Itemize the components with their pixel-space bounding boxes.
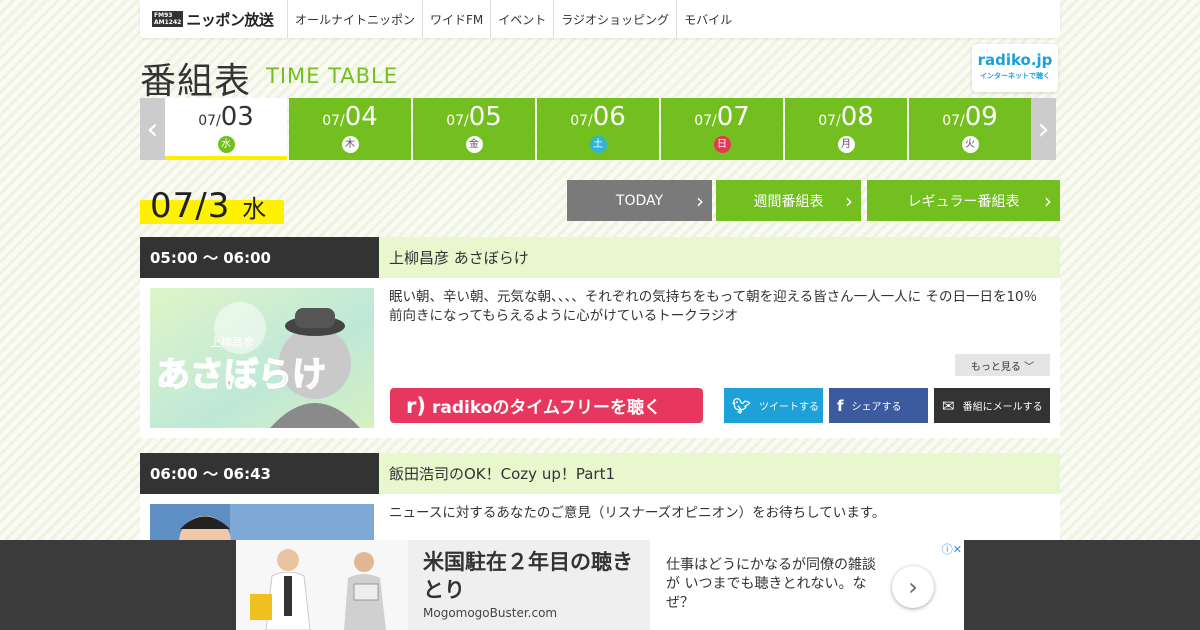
prev-week-button[interactable]: ‹ <box>140 98 165 160</box>
chevron-left-icon: ‹ <box>146 111 159 147</box>
next-week-button[interactable]: › <box>1031 98 1056 160</box>
advertisement[interactable]: 米国駐在２年目の聴きとり MogomogoBuster.com 仕事はどうにかな… <box>236 540 964 630</box>
ad-open-button[interactable]: › <box>892 566 934 608</box>
logo-name: ニッポン放送 <box>186 10 274 29</box>
weekday-badge: 金 <box>465 136 483 153</box>
weekday-badge: 土 <box>589 136 607 153</box>
page-title: 番組表 <box>140 61 252 102</box>
more-button[interactable]: もっと見る ﹀ <box>955 354 1050 376</box>
nav-item-allnightnippon[interactable]: オールナイトニッポン <box>288 0 424 38</box>
site-logo[interactable]: FM93 AM1242 ニッポン放送 <box>140 0 288 38</box>
program-title[interactable]: 上柳昌彦 あさぼらけ <box>379 237 1060 278</box>
nav-item-radio-shopping[interactable]: ラジオショッピング <box>554 0 678 38</box>
ad-close-icon[interactable]: ⓘ✕ <box>942 541 962 557</box>
facebook-share-button[interactable]: f シェアする <box>829 388 928 423</box>
program-block: 06:00 ～ 06:43 飯田浩司のOK！Cozy up！Part1 ニュース… <box>140 453 1060 554</box>
mail-icon: ✉ <box>942 396 955 415</box>
today-button[interactable]: TODAY › <box>567 180 712 221</box>
program-time: 05:00 ～ 06:00 <box>140 237 379 278</box>
date-tab-0703[interactable]: 07/03 水 <box>165 98 287 160</box>
weekly-schedule-button[interactable]: 週間番組表 › <box>716 180 861 221</box>
ad-text: 仕事はどうにかなるが同僚の雑談が いつまでも聴きとれない。なぜ？ <box>666 557 876 611</box>
date-tabs: ‹ 07/03 水 07/04 木 07/05 金 07/06 土 07/07 … <box>140 98 1060 160</box>
weekday-badge: 日 <box>713 136 731 153</box>
date-tab-0706[interactable]: 07/06 土 <box>537 98 659 160</box>
nav-item-widefm[interactable]: ワイドFM <box>423 0 492 38</box>
program-description: 眠い朝、辛い朝、元気な朝、、、、それぞれの気持ちをもって朝を迎える皆さん一人一人… <box>389 289 1038 324</box>
current-date: 07/3 水 <box>140 186 284 226</box>
weekday-badge: 火 <box>961 136 979 153</box>
tweet-button[interactable]: 🐦︎ ツイートする <box>724 388 823 423</box>
logo-frequency: FM93 AM1242 <box>152 11 184 27</box>
date-tab-0704[interactable]: 07/04 木 <box>289 98 411 160</box>
program-image-logo-text: あさぼらけ <box>156 355 326 395</box>
nav-item-mobile[interactable]: モバイル <box>677 0 739 38</box>
date-tab-0707[interactable]: 07/07 日 <box>661 98 783 160</box>
program-title[interactable]: 飯田浩司のOK！Cozy up！Part1 <box>379 453 1060 494</box>
chevron-down-icon: ﹀ <box>1024 361 1035 373</box>
day-header: 07/3 水 TODAY › 週間番組表 › レギュラー番組表 › <box>140 180 1060 226</box>
chevron-right-icon: › <box>908 573 918 601</box>
program-body: 上柳昌彦 あさぼらけ 眠い朝、辛い朝、元気な朝、、、、それぞれの気持ちをもって朝… <box>140 278 1060 438</box>
nav-item-event[interactable]: イベント <box>491 0 555 38</box>
chevron-right-icon: › <box>696 189 704 213</box>
radiko-banner[interactable]: radiko.jp インターネットで聴く <box>972 44 1058 92</box>
program-header: 05:00 ～ 06:00 上柳昌彦 あさぼらけ <box>140 237 1060 278</box>
program-image-small-text: 上柳昌彦 <box>210 335 254 349</box>
weekday-badge: 水 <box>217 136 235 153</box>
ad-headline-area[interactable]: 米国駐在２年目の聴きとり MogomogoBuster.com <box>408 540 650 630</box>
weekday-badge: 月 <box>837 136 855 153</box>
program-block: 05:00 ～ 06:00 上柳昌彦 あさぼらけ 上柳昌彦 あさぼらけ 眠い朝、… <box>140 237 1060 438</box>
chevron-right-icon: › <box>1037 111 1050 147</box>
date-tab-0709[interactable]: 07/09 火 <box>909 98 1031 160</box>
radiko-timefree-button[interactable]: r) radikoのタイムフリーを聴く <box>390 388 703 423</box>
page-subtitle: TIME TABLE <box>266 64 399 88</box>
regular-schedule-button[interactable]: レギュラー番組表 › <box>867 180 1060 221</box>
program-image[interactable]: 上柳昌彦 あさぼらけ <box>150 288 374 428</box>
ad-headline: 米国駐在２年目の聴きとり <box>423 550 633 602</box>
date-tab-0708[interactable]: 07/08 月 <box>785 98 907 160</box>
top-navigation: FM93 AM1242 ニッポン放送 オールナイトニッポン ワイドFM イベント … <box>140 0 1060 38</box>
radiko-icon: r) <box>406 393 426 418</box>
program-description: ニュースに対するあなたのご意見（リスナーズオピニオン）をお待ちしています。 <box>389 505 886 521</box>
radiko-sub-text: インターネットで聴く <box>980 72 1050 80</box>
weekday-badge: 木 <box>341 136 359 153</box>
twitter-icon: 🐦︎ <box>732 396 752 415</box>
date-tab-0705[interactable]: 07/05 金 <box>413 98 535 160</box>
program-time: 06:00 ～ 06:43 <box>140 453 379 494</box>
chevron-right-icon: › <box>1044 189 1052 213</box>
chevron-right-icon: › <box>845 189 853 213</box>
ad-image[interactable] <box>236 540 408 630</box>
mail-button[interactable]: ✉ 番組にメールする <box>934 388 1050 423</box>
radiko-logo: radiko.jp <box>977 51 1053 69</box>
ad-site: MogomogoBuster.com <box>423 606 558 620</box>
program-header: 06:00 ～ 06:43 飯田浩司のOK！Cozy up！Part1 <box>140 453 1060 494</box>
page-header: 番組表 TIME TABLE radiko.jp インターネットで聴く <box>140 44 1060 102</box>
facebook-icon: f <box>837 396 844 415</box>
